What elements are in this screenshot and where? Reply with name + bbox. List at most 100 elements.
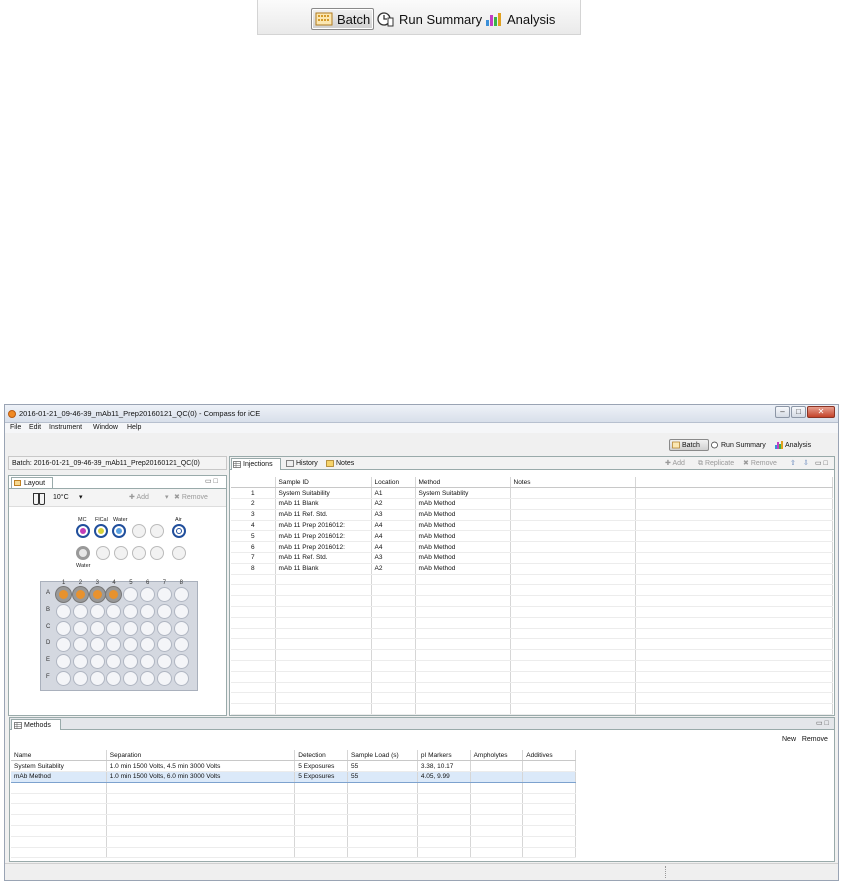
vial-mc[interactable] — [76, 524, 90, 538]
remove-method-button[interactable]: Remove — [802, 736, 828, 743]
column-header[interactable]: Detection — [294, 750, 348, 762]
minimize-button[interactable]: – — [775, 406, 790, 418]
vial-empty[interactable] — [96, 546, 110, 560]
plate-well-f3[interactable] — [89, 671, 105, 686]
vial-empty[interactable] — [132, 524, 146, 538]
column-header[interactable]: Separation — [106, 750, 296, 762]
menu-file[interactable]: File — [10, 423, 21, 433]
add-dropdown-chevron-icon[interactable]: ▾ — [165, 489, 169, 507]
empty-table-row[interactable] — [231, 660, 833, 672]
plate-well-d4[interactable] — [106, 637, 122, 653]
plate-well-f6[interactable] — [140, 671, 155, 686]
plate-well-f1[interactable] — [56, 671, 71, 686]
move-down-icon[interactable]: ⇩ — [803, 458, 809, 470]
move-up-icon[interactable]: ⇧ — [790, 458, 796, 470]
column-header[interactable]: Additives — [522, 750, 576, 762]
empty-table-row[interactable] — [231, 617, 833, 629]
plate-well-c5[interactable] — [123, 620, 139, 636]
plate-well-b3[interactable] — [89, 603, 105, 619]
vial-empty[interactable] — [150, 546, 164, 560]
empty-table-row[interactable] — [11, 825, 576, 837]
plate-well-c7[interactable] — [156, 620, 172, 636]
plate-well-d3[interactable] — [89, 637, 105, 653]
table-row[interactable]: 5 mAb 11 Prep 2016012: A4 mAb Method — [231, 530, 833, 543]
tab-injections[interactable]: Injections — [231, 458, 281, 470]
new-method-button[interactable]: New — [782, 736, 796, 743]
table-row[interactable]: 4 mAb 11 Prep 2016012: A4 mAb Method — [231, 520, 833, 532]
layout-add-button[interactable]: ✚ Add — [129, 489, 149, 507]
tab-history[interactable]: History — [285, 458, 323, 470]
plate-well-c2[interactable] — [72, 620, 88, 636]
plate-well-f5[interactable] — [123, 671, 139, 686]
plate-well-e6[interactable] — [140, 654, 155, 670]
plate-well-b5[interactable] — [123, 603, 139, 619]
vial-flcal[interactable] — [94, 524, 108, 538]
menu-instrument[interactable]: Instrument — [49, 423, 82, 433]
plate-well-a5[interactable] — [123, 587, 139, 602]
empty-table-row[interactable] — [11, 814, 576, 827]
temperature-dropdown-chevron-icon[interactable]: ▾ — [79, 489, 83, 507]
vial-empty[interactable] — [132, 546, 146, 560]
run-summary-perspective-button[interactable]: Run Summary — [377, 8, 482, 30]
column-header[interactable]: Ampholytes — [470, 750, 524, 762]
plate-well-b7[interactable] — [156, 603, 172, 619]
table-row[interactable]: mAb Method 1.0 min 1500 Volts, 6.0 min 30… — [11, 771, 576, 783]
column-header[interactable]: Method — [415, 477, 511, 489]
vial-water-bottom[interactable] — [76, 546, 90, 560]
table-row[interactable]: 8 mAb 11 Blank A2 mAb Method — [231, 563, 833, 575]
batch-button[interactable]: Batch — [669, 439, 709, 451]
menu-help[interactable]: Help — [127, 423, 141, 433]
layout-tab[interactable]: Layout — [11, 477, 53, 488]
empty-table-row[interactable] — [11, 793, 576, 805]
plate-well-d8[interactable] — [173, 637, 189, 653]
replicate-button[interactable]: ⧉ Replicate — [698, 458, 734, 470]
empty-table-row[interactable] — [231, 584, 833, 597]
plate-well-a2[interactable] — [72, 587, 88, 602]
plate-well-f8[interactable] — [173, 671, 189, 686]
plate-well-b6[interactable] — [140, 603, 155, 619]
plate-well-b2[interactable] — [72, 603, 88, 619]
layout-remove-button[interactable]: ✖ Remove — [174, 489, 208, 507]
column-header[interactable] — [231, 477, 276, 489]
analysis-button[interactable]: Analysis — [775, 439, 811, 451]
plate-well-e5[interactable] — [123, 654, 139, 670]
plate-well-a4[interactable] — [106, 587, 122, 602]
empty-table-row[interactable] — [231, 606, 833, 618]
table-row[interactable]: 6 mAb 11 Prep 2016012: A4 mAb Method — [231, 541, 833, 554]
panel-minmax-icon[interactable]: ▭ □ — [816, 719, 829, 727]
empty-table-row[interactable] — [231, 703, 833, 716]
plate-well-f2[interactable] — [72, 671, 88, 686]
empty-table-row[interactable] — [231, 574, 833, 586]
plate-well-b8[interactable] — [173, 603, 189, 619]
plate-well-a3[interactable] — [89, 587, 105, 602]
plate-well-c3[interactable] — [89, 620, 105, 636]
plate-well-a1[interactable] — [56, 587, 71, 602]
empty-table-row[interactable] — [231, 595, 833, 608]
menu-edit[interactable]: Edit — [29, 423, 41, 433]
plate-well-e1[interactable] — [56, 654, 71, 670]
vial-empty[interactable] — [172, 546, 186, 560]
plate-well-f7[interactable] — [156, 671, 172, 686]
tab-notes[interactable]: Notes — [325, 458, 357, 470]
analysis-perspective-button[interactable]: Analysis — [485, 8, 555, 30]
plate-well-e8[interactable] — [173, 654, 189, 670]
plate-well-e2[interactable] — [72, 654, 88, 670]
plate-well-e7[interactable] — [156, 654, 172, 670]
empty-table-row[interactable] — [11, 836, 576, 848]
plate-well-a6[interactable] — [140, 587, 155, 602]
plate-well-e4[interactable] — [106, 654, 122, 670]
vial-empty[interactable] — [150, 524, 164, 538]
plate-well-d7[interactable] — [156, 637, 172, 653]
plate-well-d1[interactable] — [56, 637, 71, 653]
column-header[interactable]: Location — [371, 477, 416, 489]
column-header[interactable]: Name — [11, 750, 107, 762]
empty-table-row[interactable] — [231, 628, 833, 640]
empty-table-row[interactable] — [231, 649, 833, 662]
panel-minmax-icon[interactable]: ▭ □ — [205, 477, 218, 485]
column-header[interactable]: Sample Load (s) — [347, 750, 418, 762]
table-row[interactable]: 7 mAb 11 Ref. Std. A3 mAb Method — [231, 552, 833, 564]
empty-table-row[interactable] — [11, 803, 576, 816]
close-button[interactable]: ✕ — [807, 406, 835, 418]
plate-well-b4[interactable] — [106, 603, 122, 619]
add-injection-button[interactable]: ✚ Add — [665, 458, 685, 470]
